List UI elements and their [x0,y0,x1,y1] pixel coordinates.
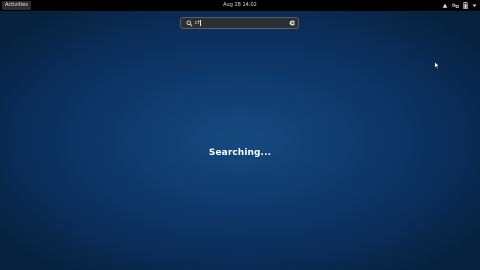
network-icon[interactable] [452,2,459,9]
search-box[interactable] [180,17,299,29]
search-input[interactable] [195,19,285,28]
system-tray [442,2,477,9]
battery-icon[interactable] [463,2,468,9]
activities-button[interactable]: Activities [2,1,31,10]
mouse-pointer-icon [434,61,440,70]
overview-background [0,0,480,270]
clock-container: Aug 28 14:02 [0,0,480,11]
clear-search-icon[interactable] [289,20,295,26]
top-bar: Activities Aug 28 14:02 [0,0,480,11]
clock-button[interactable]: Aug 28 14:02 [223,2,257,8]
search-status-text: Searching... [208,148,272,158]
text-caret [200,20,201,26]
system-menu-arrow-icon[interactable] [472,3,477,8]
accessibility-icon[interactable] [442,3,448,9]
search-icon [186,20,193,27]
